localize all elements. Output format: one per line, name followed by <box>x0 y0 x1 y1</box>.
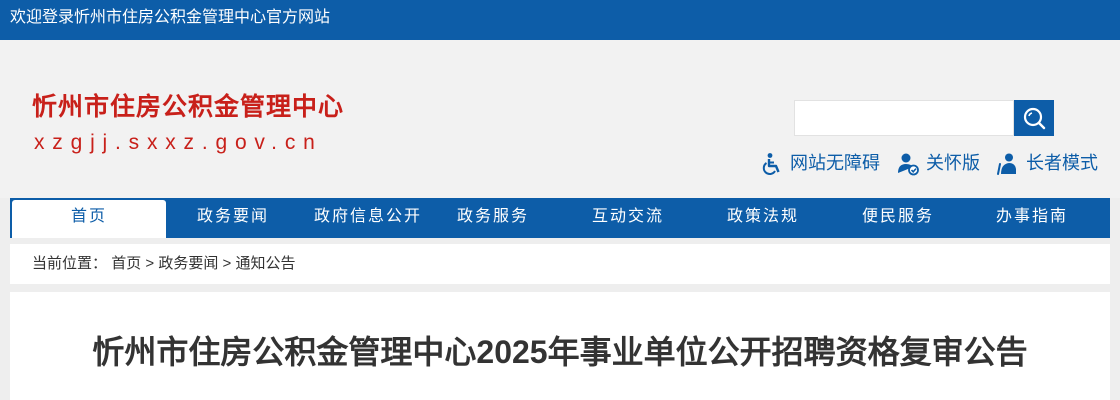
nav-item-news[interactable]: 政务要闻 <box>165 198 301 238</box>
breadcrumb: 当前位置： 首页 > 政务要闻 > 通知公告 <box>10 244 1110 284</box>
article-title: 忻州市住房公积金管理中心2025年事业单位公开招聘资格复审公告 <box>92 334 1028 370</box>
search-icon <box>1023 107 1046 130</box>
article-content: 忻州市住房公积金管理中心2025年事业单位公开招聘资格复审公告 <box>10 292 1110 400</box>
welcome-text: 欢迎登录忻州市住房公积金管理中心官方网站 <box>10 9 331 26</box>
breadcrumb-news[interactable]: 政务要闻 <box>158 255 218 272</box>
care-mode-label: 关怀版 <box>926 153 980 173</box>
wheelchair-icon <box>762 153 780 175</box>
site-title: 忻州市住房公积金管理中心 <box>32 93 345 121</box>
breadcrumb-separator: > <box>145 255 155 272</box>
elder-icon <box>997 153 1016 175</box>
main-nav: 首页 政务要闻 政府信息公开 政务服务 互动交流 政策法规 便民服务 办事指南 <box>10 198 1110 238</box>
site-header: 忻州市住房公积金管理中心 xzgjj.sxxz.gov.cn 网站无障碍 关怀版 <box>0 40 1120 198</box>
elder-mode-label: 长者模式 <box>1026 153 1098 173</box>
breadcrumb-home[interactable]: 首页 <box>111 255 141 272</box>
nav-item-policies[interactable]: 政策法规 <box>695 198 831 238</box>
care-icon <box>898 153 919 176</box>
breadcrumb-separator: > <box>222 255 232 272</box>
breadcrumb-notices[interactable]: 通知公告 <box>235 255 295 272</box>
nav-item-guide[interactable]: 办事指南 <box>964 198 1100 238</box>
site-domain: xzgjj.sxxz.gov.cn <box>34 131 323 154</box>
nav-item-interaction[interactable]: 互动交流 <box>560 198 696 238</box>
search-input[interactable] <box>794 100 1014 136</box>
nav-item-info-disclosure[interactable]: 政府信息公开 <box>300 198 436 238</box>
top-bar: 欢迎登录忻州市住房公积金管理中心官方网站 <box>0 0 1120 40</box>
accessibility-label: 网站无障碍 <box>790 153 880 173</box>
breadcrumb-prefix: 当前位置： <box>32 255 108 272</box>
nav-item-gov-services[interactable]: 政务服务 <box>425 198 561 238</box>
nav-item-home[interactable]: 首页 <box>12 200 166 238</box>
nav-item-citizen-services[interactable]: 便民服务 <box>830 198 966 238</box>
search-button[interactable] <box>1014 100 1054 136</box>
